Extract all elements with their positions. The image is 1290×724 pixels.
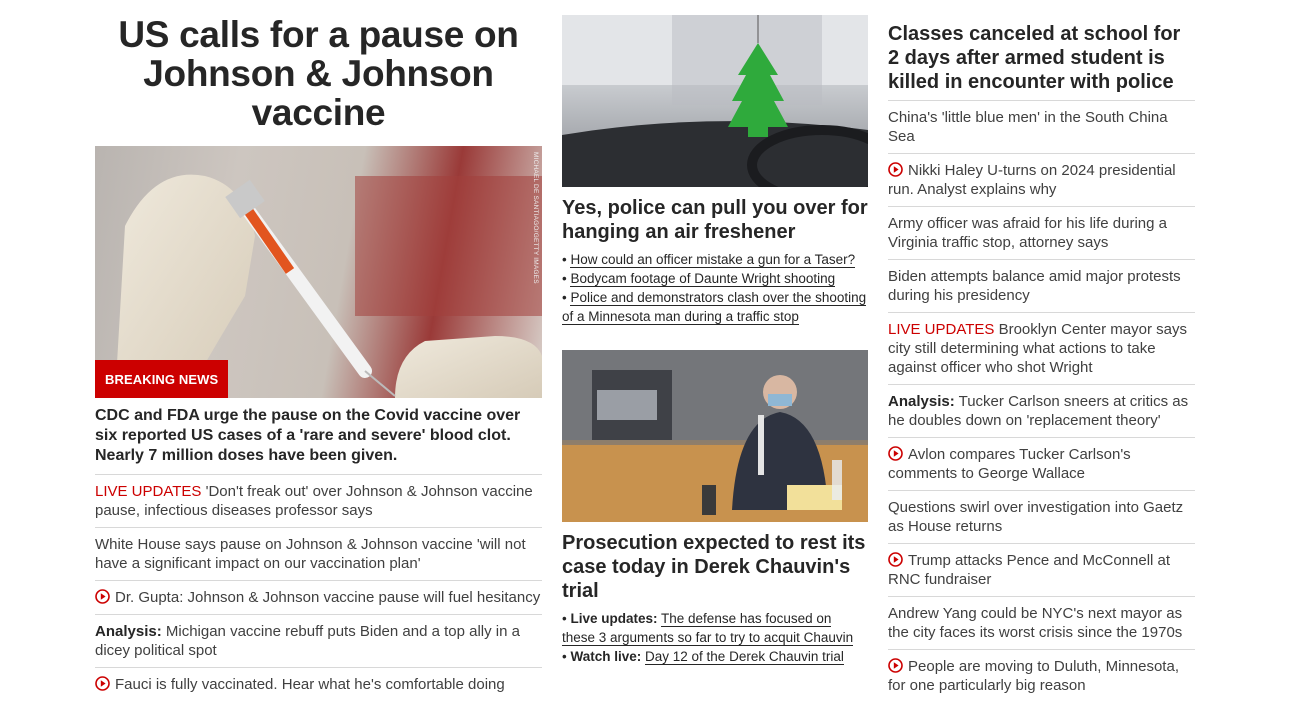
list-item-text[interactable]: Andrew Yang could be NYC's next mayor as… bbox=[888, 605, 1182, 641]
middle-column: Yes, police can pull you over for hangin… bbox=[562, 0, 868, 666]
related-link[interactable]: • Police and demonstrators clash over th… bbox=[562, 288, 868, 326]
list-item-text[interactable]: People are moving to Duluth, Minnesota, … bbox=[888, 658, 1179, 694]
play-circle-icon bbox=[888, 162, 903, 177]
list-item[interactable]: Biden attempts balance amid major protes… bbox=[888, 259, 1195, 312]
related-link-text[interactable]: How could an officer mistake a gun for a… bbox=[570, 252, 856, 268]
courtroom-photo bbox=[562, 350, 868, 522]
list-item-text[interactable]: Avlon compares Tucker Carlson's comments… bbox=[888, 446, 1131, 482]
list-item-text[interactable]: White House says pause on Johnson & John… bbox=[95, 536, 526, 572]
live-updates-label: LIVE UPDATES bbox=[888, 321, 995, 338]
list-item-text[interactable]: Questions swirl over investigation into … bbox=[888, 499, 1183, 535]
right-column: Classes canceled at school for 2 days af… bbox=[888, 0, 1195, 702]
related-link-text[interactable]: Bodycam footage of Daunte Wright shootin… bbox=[570, 271, 836, 287]
related-link[interactable]: • Watch live: Day 12 of the Derek Chauvi… bbox=[562, 647, 868, 666]
list-item[interactable]: Analysis: Tucker Carlson sneers at criti… bbox=[888, 384, 1195, 437]
list-item[interactable]: Andrew Yang could be NYC's next mayor as… bbox=[888, 596, 1195, 649]
list-item[interactable]: LIVE UPDATES Brooklyn Center mayor says … bbox=[888, 312, 1195, 384]
hero-subhead[interactable]: CDC and FDA urge the pause on the Covid … bbox=[95, 406, 542, 466]
list-item[interactable]: People are moving to Duluth, Minnesota, … bbox=[888, 649, 1195, 702]
photo-credit: MICHAEL DE SANTIAGO/GETTY IMAGES bbox=[532, 152, 539, 284]
left-column: US calls for a pause on Johnson & Johnso… bbox=[95, 0, 542, 701]
list-item[interactable]: Avlon compares Tucker Carlson's comments… bbox=[888, 437, 1195, 490]
live-updates-kicker: Live updates: bbox=[570, 611, 658, 626]
live-updates-label: LIVE UPDATES bbox=[95, 483, 202, 500]
related-link[interactable]: • Bodycam footage of Daunte Wright shoot… bbox=[562, 269, 868, 288]
list-item-text[interactable]: Dr. Gupta: Johnson & Johnson vaccine pau… bbox=[115, 589, 540, 606]
air-freshener-related-links: • How could an officer mistake a gun for… bbox=[562, 250, 868, 326]
list-item[interactable]: Fauci is fully vaccinated. Hear what he'… bbox=[95, 667, 542, 701]
chauvin-trial-image[interactable] bbox=[562, 350, 868, 522]
related-link-text[interactable]: Police and demonstrators clash over the … bbox=[562, 290, 867, 325]
play-circle-icon bbox=[95, 676, 110, 691]
breaking-news-badge: BREAKING NEWS bbox=[95, 360, 229, 398]
list-item[interactable]: LIVE UPDATES 'Don't freak out' over John… bbox=[95, 474, 542, 527]
left-story-list: LIVE UPDATES 'Don't freak out' over John… bbox=[95, 474, 542, 701]
related-link[interactable]: • How could an officer mistake a gun for… bbox=[562, 250, 868, 269]
hero-image[interactable]: MICHAEL DE SANTIAGO/GETTY IMAGES BREAKIN… bbox=[95, 146, 542, 398]
air-freshener-photo bbox=[562, 15, 868, 187]
right-headline[interactable]: Classes canceled at school for 2 days af… bbox=[888, 22, 1195, 100]
related-link-text[interactable]: Day 12 of the Derek Chauvin trial bbox=[645, 649, 844, 665]
air-freshener-image[interactable] bbox=[562, 15, 868, 187]
chauvin-related-links: • Live updates: The defense has focused … bbox=[562, 609, 868, 666]
air-freshener-headline[interactable]: Yes, police can pull you over for hangin… bbox=[562, 196, 868, 244]
list-item-text[interactable]: China's 'little blue men' in the South C… bbox=[888, 109, 1168, 145]
play-circle-icon bbox=[95, 589, 110, 604]
list-item[interactable]: Army officer was afraid for his life dur… bbox=[888, 206, 1195, 259]
play-circle-icon bbox=[888, 552, 903, 567]
related-link[interactable]: • Live updates: The defense has focused … bbox=[562, 609, 868, 647]
play-circle-icon bbox=[888, 446, 903, 461]
list-item[interactable]: White House says pause on Johnson & John… bbox=[95, 527, 542, 580]
list-item-text[interactable]: Nikki Haley U-turns on 2024 presidential… bbox=[888, 162, 1176, 198]
main-headline[interactable]: US calls for a pause on Johnson & Johnso… bbox=[95, 15, 542, 132]
list-item[interactable]: Trump attacks Pence and McConnell at RNC… bbox=[888, 543, 1195, 596]
right-story-list: China's 'little blue men' in the South C… bbox=[888, 100, 1195, 702]
list-item-text[interactable]: Army officer was afraid for his life dur… bbox=[888, 215, 1167, 251]
watch-live-kicker: Watch live: bbox=[570, 649, 642, 664]
list-item-text[interactable]: Fauci is fully vaccinated. Hear what he'… bbox=[115, 676, 505, 693]
list-item-text[interactable]: Trump attacks Pence and McConnell at RNC… bbox=[888, 552, 1170, 588]
chauvin-trial-headline[interactable]: Prosecution expected to rest its case to… bbox=[562, 531, 868, 603]
play-circle-icon bbox=[888, 658, 903, 673]
analysis-label: Analysis: bbox=[95, 623, 162, 640]
list-item[interactable]: Analysis: Michigan vaccine rebuff puts B… bbox=[95, 614, 542, 667]
list-item-text[interactable]: Biden attempts balance amid major protes… bbox=[888, 268, 1181, 304]
list-item[interactable]: Nikki Haley U-turns on 2024 presidential… bbox=[888, 153, 1195, 206]
analysis-label: Analysis: bbox=[888, 393, 955, 410]
list-item[interactable]: China's 'little blue men' in the South C… bbox=[888, 100, 1195, 153]
list-item[interactable]: Dr. Gupta: Johnson & Johnson vaccine pau… bbox=[95, 580, 542, 614]
list-item[interactable]: Questions swirl over investigation into … bbox=[888, 490, 1195, 543]
